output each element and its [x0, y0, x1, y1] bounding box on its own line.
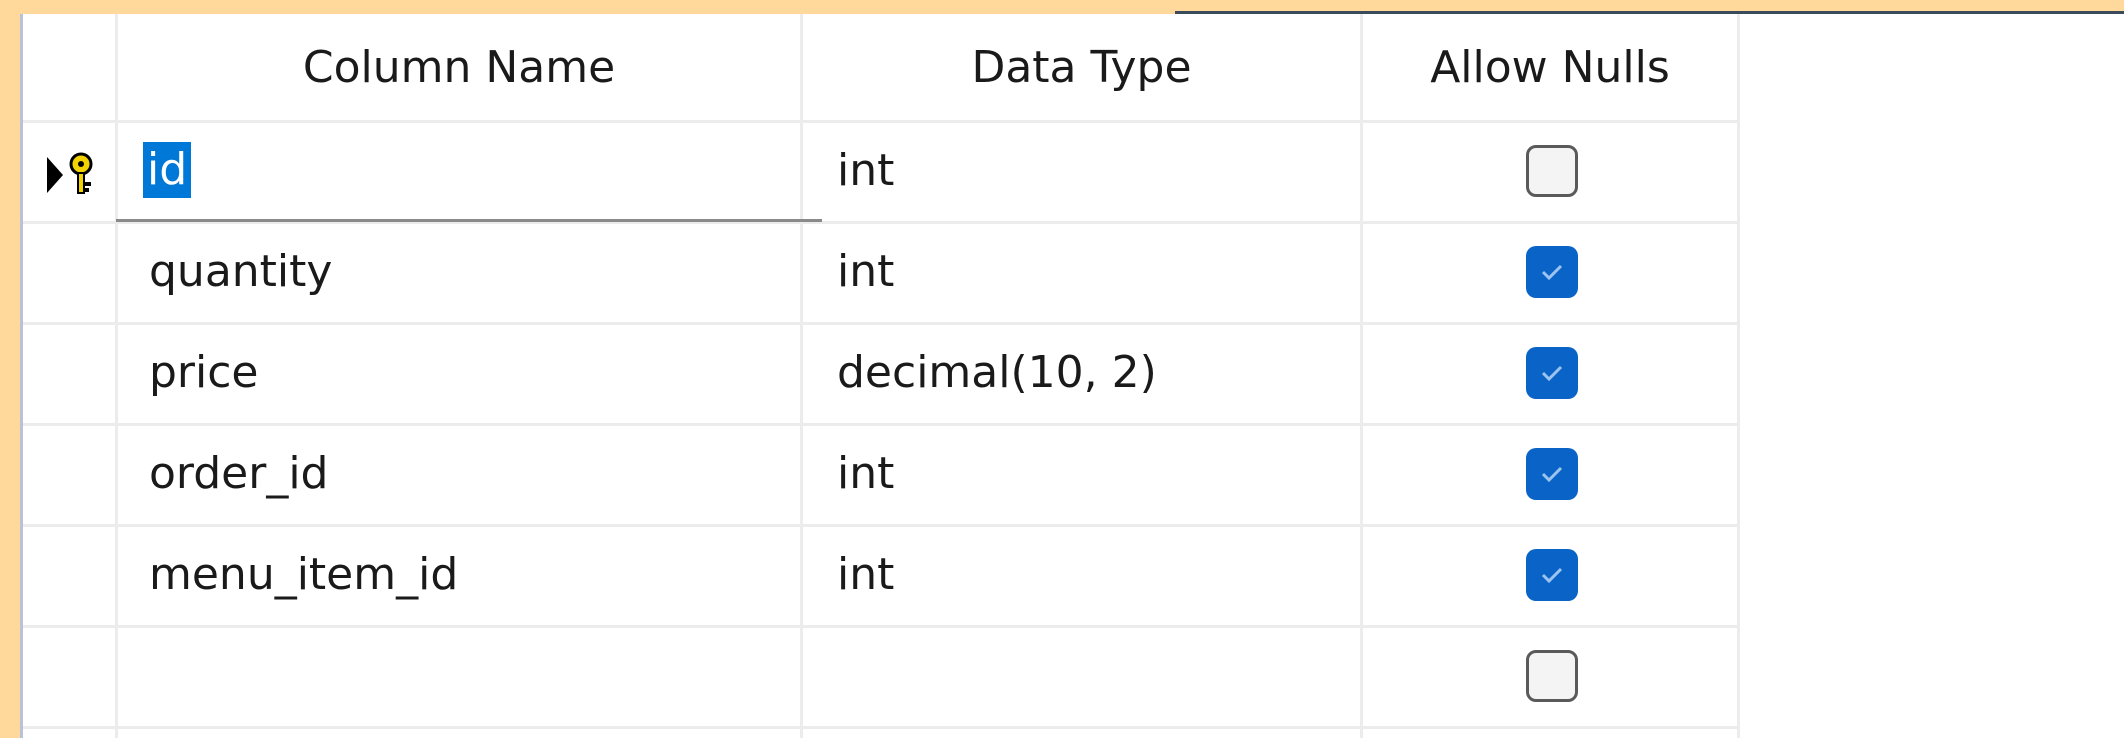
grid-line: [800, 14, 803, 738]
allow-nulls-checkbox[interactable]: [1526, 448, 1578, 500]
allow-nulls-checkbox[interactable]: [1526, 549, 1578, 601]
allow-nulls-checkbox[interactable]: [1526, 246, 1578, 298]
window-border-left: [0, 0, 20, 738]
data-type-cell[interactable]: int: [837, 121, 1377, 219]
column-header-type[interactable]: Data Type: [803, 14, 1360, 120]
column-name-cell[interactable]: price: [149, 323, 709, 421]
column-name-cell[interactable]: id: [143, 142, 192, 198]
grid-line: [23, 726, 1740, 729]
data-type-cell[interactable]: int: [837, 525, 1377, 623]
allow-nulls-checkbox[interactable]: [1526, 650, 1578, 702]
column-header-allow-nulls[interactable]: Allow Nulls: [1363, 14, 1737, 120]
allow-nulls-checkbox[interactable]: [1526, 145, 1578, 197]
column-name-cell[interactable]: quantity: [149, 222, 709, 320]
checkmark-icon: [1541, 466, 1563, 483]
column-name-cell[interactable]: [149, 626, 709, 724]
data-type-cell[interactable]: decimal(10, 2): [837, 323, 1377, 421]
data-type-cell[interactable]: int: [837, 222, 1377, 320]
table-designer-grid: Column Name Data Type Allow Nulls id int…: [23, 14, 1740, 738]
column-header-name[interactable]: Column Name: [118, 14, 800, 120]
column-name-cell[interactable]: order_id: [149, 424, 709, 522]
grid-line: [115, 14, 118, 738]
table-row-id-name[interactable]: id: [143, 121, 192, 219]
checkmark-icon: [1541, 264, 1563, 281]
data-type-cell[interactable]: int: [837, 424, 1377, 522]
window-border-top: [0, 0, 1175, 14]
allow-nulls-checkbox[interactable]: [1526, 347, 1578, 399]
primary-key-icon: [47, 152, 93, 194]
grid-line: [1737, 14, 1740, 738]
column-name-cell[interactable]: menu_item_id: [149, 525, 709, 623]
checkmark-icon: [1541, 365, 1563, 382]
checkmark-icon: [1541, 567, 1563, 584]
data-type-cell[interactable]: [837, 626, 1377, 724]
